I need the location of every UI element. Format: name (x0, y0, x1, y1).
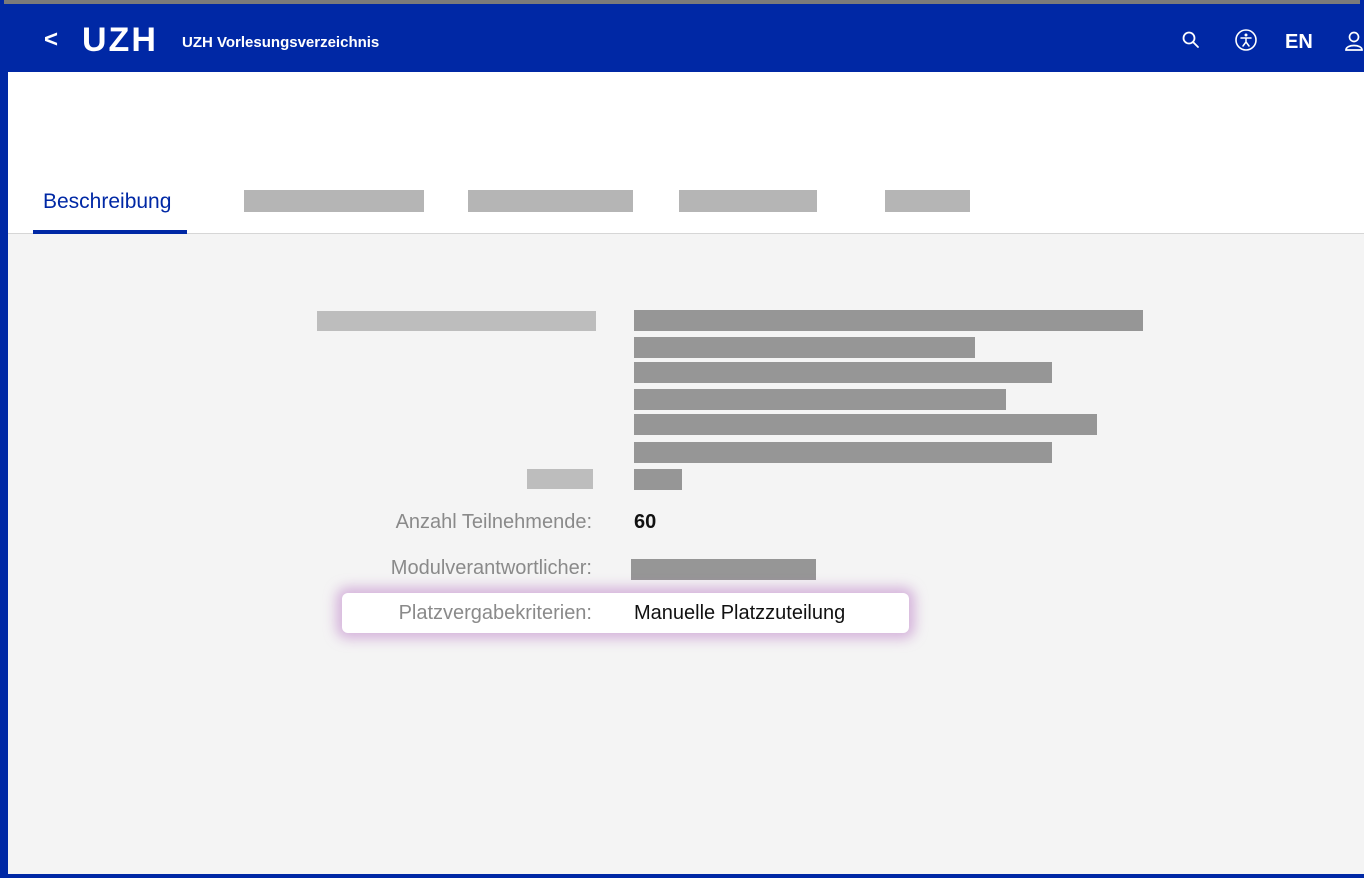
uzh-logo[interactable]: UZH (82, 23, 158, 57)
tab-label: Beschreibung (43, 190, 172, 213)
participants-label: Anzahl Teilnehmende: (395, 511, 592, 533)
redacted-value-2 (634, 469, 682, 490)
language-switch-button[interactable]: EN (1285, 31, 1313, 53)
user-icon[interactable] (1344, 30, 1364, 52)
tab-redacted-3[interactable] (679, 190, 817, 212)
criteria-label: Platzvergabekriterien: (398, 602, 592, 624)
redacted-text-line (634, 389, 1006, 410)
redacted-text-line (634, 337, 975, 358)
browser-window: < UZH UZH Vorlesungsverzeichnis EN Besch… (0, 0, 1364, 878)
redacted-text-line (634, 442, 1052, 463)
tab-redacted-2[interactable] (468, 190, 633, 212)
top-navigation-bar: < UZH UZH Vorlesungsverzeichnis EN (4, 0, 1363, 72)
redacted-responsible-value (631, 559, 816, 580)
redacted-label-2 (527, 469, 593, 489)
accessibility-icon[interactable] (1234, 28, 1258, 52)
main-content: Beschreibung Anzahl Teilnehmende: 60 Mod… (8, 72, 1364, 874)
tab-beschreibung[interactable]: Beschreibung (33, 188, 187, 234)
app-title[interactable]: UZH Vorlesungsverzeichnis (182, 34, 379, 52)
criteria-value: Manuelle Platzzuteilung (634, 602, 846, 624)
tab-redacted-1[interactable] (244, 190, 424, 212)
responsible-label: Modulverantwortlicher: (390, 557, 592, 579)
tab-header-area: Beschreibung (8, 72, 1364, 234)
participants-value: 60 (634, 511, 657, 533)
redacted-text-line (634, 362, 1052, 383)
tab-redacted-4[interactable] (885, 190, 970, 212)
redacted-label-1 (317, 311, 596, 331)
redacted-text-line (634, 310, 1143, 331)
redacted-text-line (634, 414, 1097, 435)
back-button[interactable]: < (44, 28, 64, 52)
search-icon[interactable] (1181, 30, 1201, 50)
